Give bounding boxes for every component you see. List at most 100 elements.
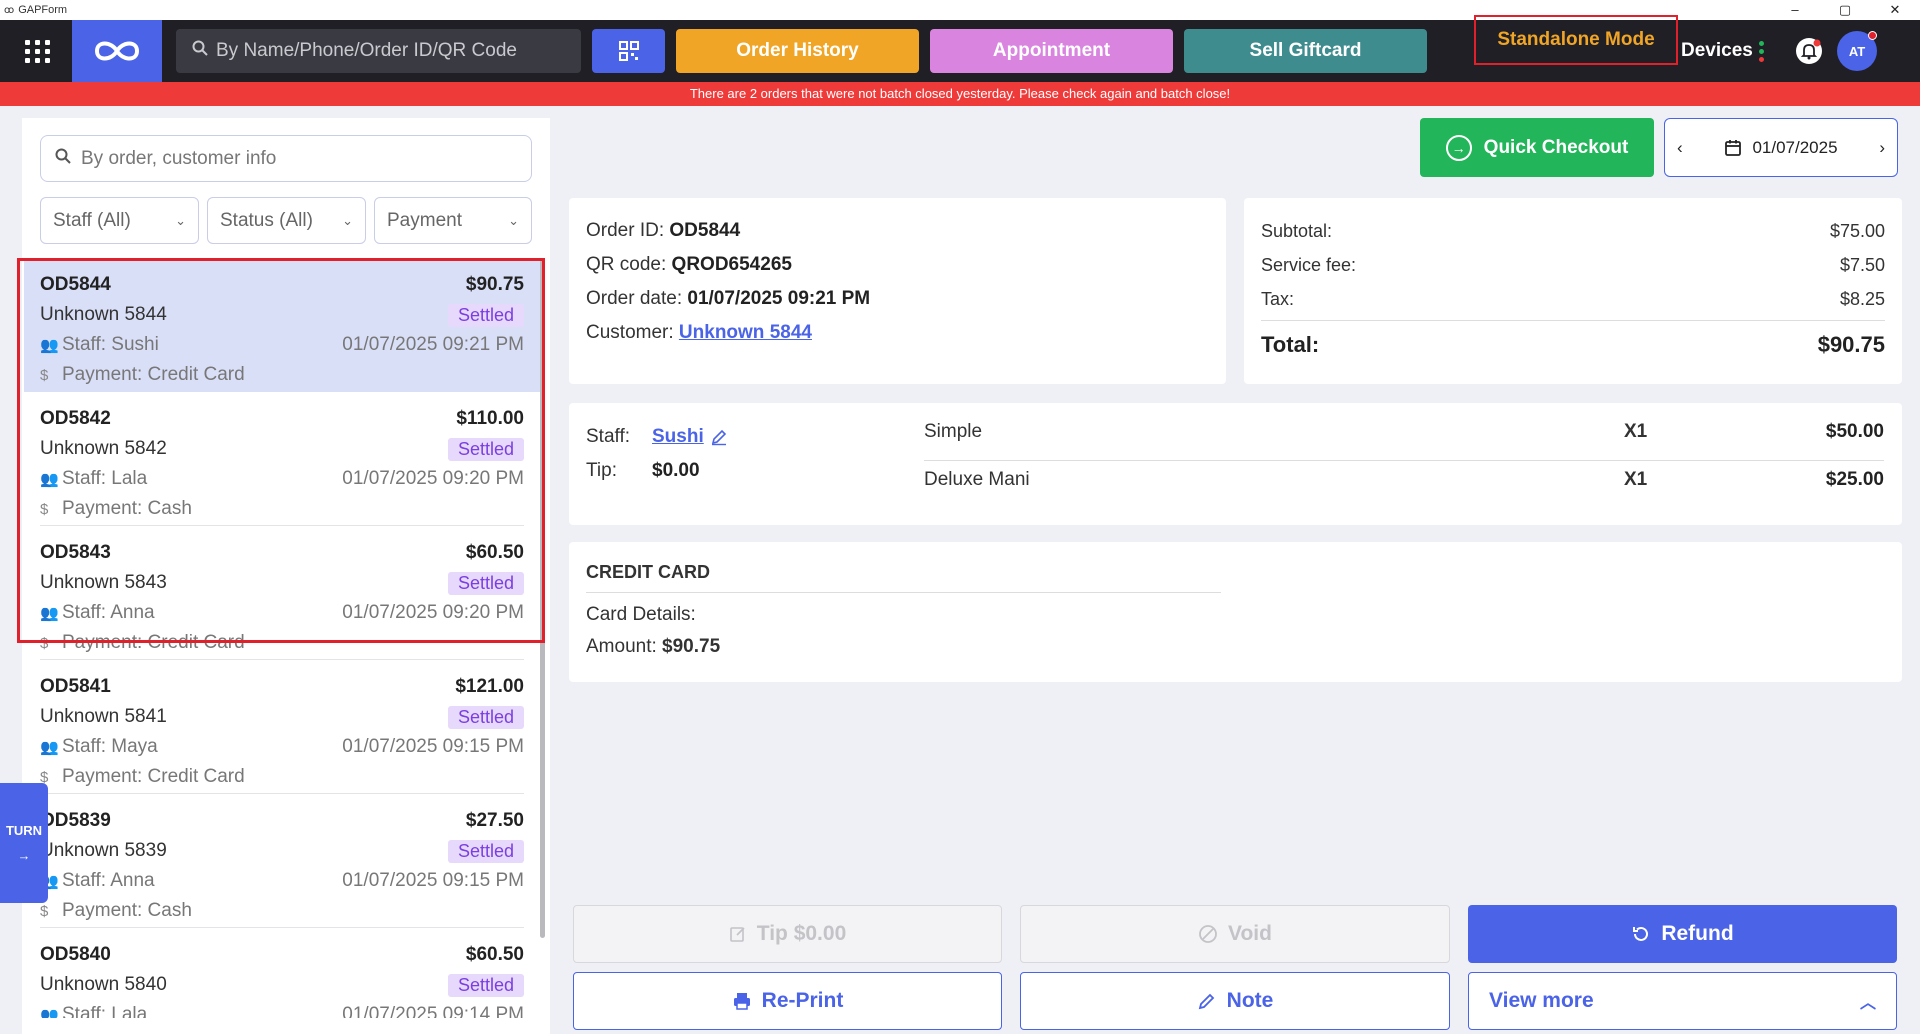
highlight-annotation-box [17, 258, 545, 643]
refund-rotate-icon [1633, 926, 1649, 941]
search-icon [192, 40, 208, 62]
order-search-input[interactable]: By order, customer info [40, 135, 532, 182]
payment-details-card: CREDIT CARD Card Details: Amount: $90.75 [569, 542, 1902, 682]
close-button[interactable]: ✕ [1870, 0, 1920, 20]
avatar-status-dot [1868, 31, 1877, 40]
reprint-button-label: Re-Print [761, 989, 844, 1012]
minimize-button[interactable]: – [1770, 0, 1820, 20]
order-date-label: Order date: [586, 288, 683, 309]
staff-label: Staff: [586, 426, 631, 447]
order-list-item[interactable]: OD5841 $121.00 Unknown 5841 Settled 👥 Staff… [24, 660, 540, 794]
order-date: 01/07/2025 09:15 PM [342, 736, 524, 757]
devices-button[interactable]: Devices [1681, 29, 1764, 73]
total-label: Total: [1261, 332, 1320, 357]
customer-label: Customer: [586, 322, 674, 343]
staff-filter-value: Staff (All) [53, 209, 131, 231]
turn-tab-button[interactable]: TURN → [0, 783, 48, 903]
apps-grid-icon[interactable] [22, 37, 50, 65]
global-search-placeholder: By Name/Phone/Order ID/QR Code [216, 40, 517, 61]
notification-bell-icon[interactable] [1795, 37, 1823, 65]
reprint-button[interactable]: Re-Print [573, 972, 1002, 1030]
tip-label: Tip: [586, 460, 617, 481]
standalone-mode-button[interactable]: Standalone Mode [1474, 15, 1678, 65]
tip-button[interactable]: Tip $0.00 [573, 905, 1002, 963]
order-list-item[interactable]: OD5839 $27.50 Unknown 5839 Settled 👥 Staff:… [24, 794, 540, 928]
staff-services-card: Staff: Sushi Tip: $0.00 Simple X1 $50.00… [569, 403, 1902, 525]
window-controls: – ▢ ✕ [1770, 0, 1920, 20]
maximize-button[interactable]: ▢ [1820, 0, 1870, 20]
search-icon [55, 148, 71, 170]
avatar-initials: AT [1848, 43, 1866, 59]
tip-value: $0.00 [652, 460, 700, 481]
chevron-up-icon: ︿ [1859, 995, 1876, 1012]
service-price: $25.00 [1825, 469, 1884, 490]
order-customer: Unknown 5841 [40, 706, 167, 727]
order-staff: Staff: Maya [62, 736, 158, 757]
order-payment: Payment: Cash [62, 900, 192, 921]
status-filter-select[interactable]: Status (All) ⌄ [207, 197, 366, 244]
customer-link[interactable]: Unknown 5844 [679, 322, 812, 343]
subtotal-value: $75.00 [1829, 221, 1885, 241]
order-list-item[interactable]: OD5840 $60.50 Unknown 5840 Settled 👥 Staff:… [24, 928, 540, 1018]
order-id: OD5840 [40, 944, 111, 965]
order-history-button[interactable]: Order History [676, 29, 919, 73]
devices-label: Devices [1681, 40, 1753, 61]
edit-pencil-icon[interactable] [710, 428, 728, 446]
order-payment: Payment: Credit Card [62, 766, 245, 787]
user-avatar[interactable]: AT [1837, 31, 1877, 71]
chevron-left-icon[interactable]: ‹ [1677, 138, 1683, 158]
void-button[interactable]: Void [1020, 905, 1450, 963]
service-row: Simple X1 $50.00 [924, 409, 1884, 456]
quick-checkout-label: Quick Checkout [1483, 136, 1629, 158]
status-filter-value: Status (All) [220, 209, 313, 231]
staff-filter-select[interactable]: Staff (All) ⌄ [40, 197, 199, 244]
infinity-logo-icon [94, 41, 140, 61]
qr-scan-button[interactable] [592, 29, 665, 73]
chevron-right-icon[interactable]: › [1879, 138, 1885, 158]
date-navigator: ‹ 01/07/2025 › [1664, 118, 1898, 177]
note-button[interactable]: Note [1020, 972, 1450, 1030]
payment-filter-select[interactable]: Payment ⌄ [374, 197, 532, 244]
arrow-right-icon: → [17, 848, 31, 863]
appointment-button[interactable]: Appointment [930, 29, 1173, 73]
global-search-input[interactable]: By Name/Phone/Order ID/QR Code [176, 29, 581, 73]
qr-code-value: QROD654265 [671, 254, 792, 275]
status-badge: Settled [447, 839, 524, 863]
sell-giftcard-button[interactable]: Sell Giftcard [1184, 29, 1427, 73]
turn-tab-label: TURN [5, 823, 43, 838]
order-customer: Unknown 5839 [40, 840, 167, 861]
status-badge: Settled [447, 705, 524, 729]
batch-close-alert: There are 2 orders that were not batch c… [0, 82, 1920, 106]
order-info-card: Order ID: OD5844 QR code: QROD654265 Ord… [569, 198, 1226, 384]
service-qty: X1 [1624, 421, 1648, 442]
app-icon: ꝏ [4, 4, 15, 16]
service-fee-value: $7.50 [1839, 255, 1885, 275]
order-date-value: 01/07/2025 09:21 PM [687, 288, 871, 309]
service-qty: X1 [1624, 469, 1648, 490]
refund-button[interactable]: Refund [1468, 905, 1897, 963]
arrow-circle-right-icon: → [1445, 134, 1472, 161]
note-button-label: Note [1226, 989, 1274, 1012]
tip-button-label: Tip $0.00 [756, 922, 847, 945]
order-amount: $60.50 [465, 944, 524, 965]
service-fee-label: Service fee: [1261, 255, 1357, 275]
order-date: 01/07/2025 09:15 PM [342, 870, 524, 891]
order-search-placeholder: By order, customer info [81, 147, 277, 169]
order-amount: $121.00 [455, 676, 524, 697]
void-circle-icon [1199, 925, 1217, 943]
subtotal-label: Subtotal: [1261, 221, 1333, 241]
pencil-icon [1198, 993, 1214, 1010]
order-id-label: Order ID: [586, 220, 665, 241]
order-staff: Staff: Anna [62, 870, 155, 891]
view-more-button[interactable]: View more ︿ [1468, 972, 1897, 1030]
payment-amount-label: Amount: [586, 636, 657, 657]
selected-date[interactable]: 01/07/2025 [1752, 138, 1837, 158]
staff-name-link[interactable]: Sushi [652, 426, 704, 448]
service-price: $50.00 [1825, 421, 1884, 442]
app-logo[interactable] [72, 20, 162, 82]
qr-code-icon [618, 41, 639, 61]
chevron-down-icon: ⌄ [342, 212, 353, 228]
quick-checkout-button[interactable]: → Quick Checkout [1420, 118, 1654, 177]
order-date: 01/07/2025 09:14 PM [342, 1004, 524, 1018]
service-name: Deluxe Mani [924, 469, 1030, 490]
